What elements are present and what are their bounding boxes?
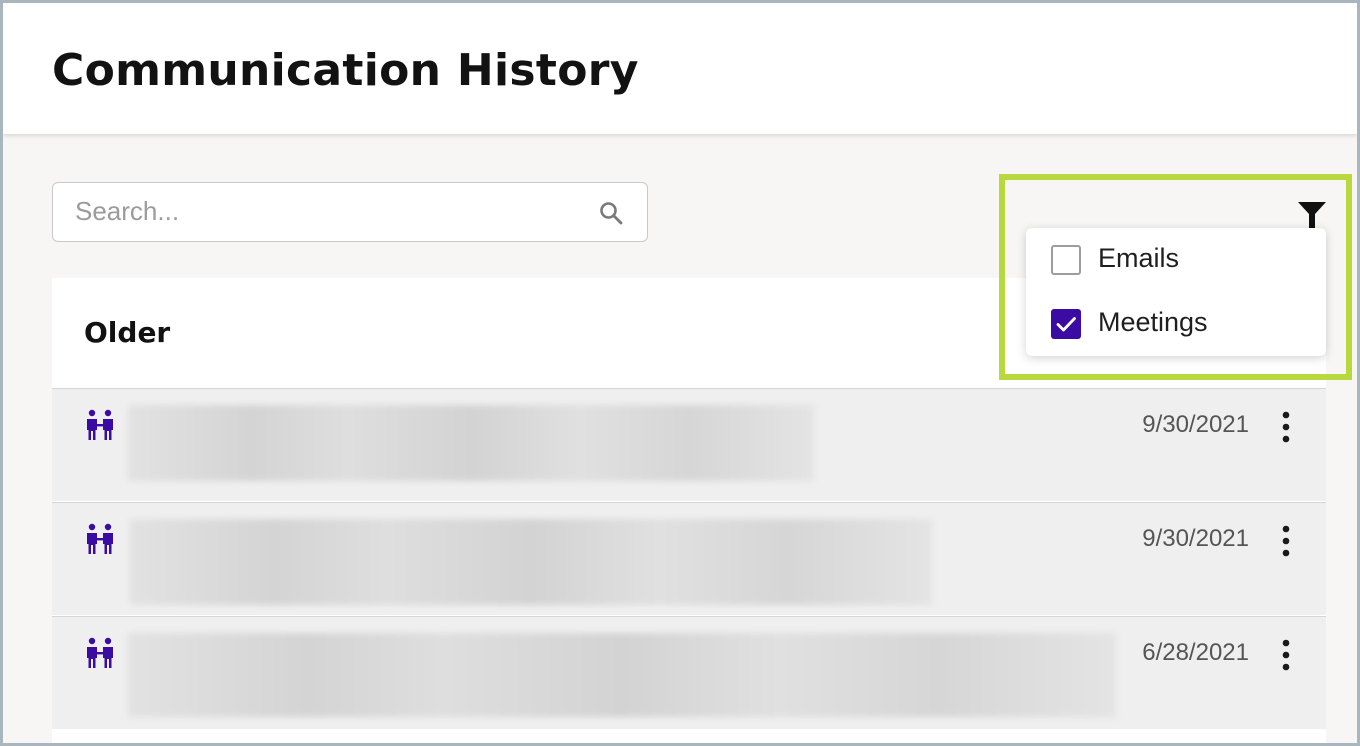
search-icon[interactable]: [598, 200, 624, 226]
app-frame: Communication History Older 9/30/2021: [3, 3, 1357, 743]
meeting-icon: [87, 637, 113, 668]
emails-checkbox[interactable]: [1051, 245, 1081, 275]
list-item[interactable]: 9/30/2021: [52, 388, 1326, 501]
filter-option-meetings[interactable]: Meetings: [1026, 292, 1326, 356]
meeting-icon: [87, 523, 113, 554]
filter-option-label: Emails: [1098, 243, 1180, 273]
page-header: Communication History: [3, 3, 1357, 134]
redacted-content: [130, 519, 932, 605]
filter-option-label: Meetings: [1098, 307, 1208, 337]
search-input[interactable]: [75, 183, 575, 240]
more-vertical-icon[interactable]: [1278, 637, 1294, 673]
list-item[interactable]: 6/28/2021: [52, 616, 1326, 729]
filter-option-emails[interactable]: Emails: [1026, 228, 1326, 292]
checkmark-icon: [1056, 317, 1076, 332]
more-vertical-icon[interactable]: [1278, 409, 1294, 445]
group-title: Older: [84, 316, 171, 349]
filter-icon[interactable]: [1296, 198, 1328, 230]
row-date: 9/30/2021: [1142, 525, 1249, 552]
more-vertical-icon[interactable]: [1278, 523, 1294, 559]
row-date: 9/30/2021: [1142, 411, 1249, 438]
row-date: 6/28/2021: [1142, 639, 1249, 666]
page-title: Communication History: [52, 45, 639, 96]
list-item[interactable]: 9/30/2021: [52, 502, 1326, 615]
meeting-icon: [87, 409, 113, 440]
search-box[interactable]: [52, 182, 648, 242]
redacted-content: [128, 405, 814, 481]
redacted-content: [128, 633, 1116, 717]
meetings-checkbox[interactable]: [1051, 309, 1081, 339]
filter-dropdown: Emails Meetings: [1026, 228, 1326, 356]
